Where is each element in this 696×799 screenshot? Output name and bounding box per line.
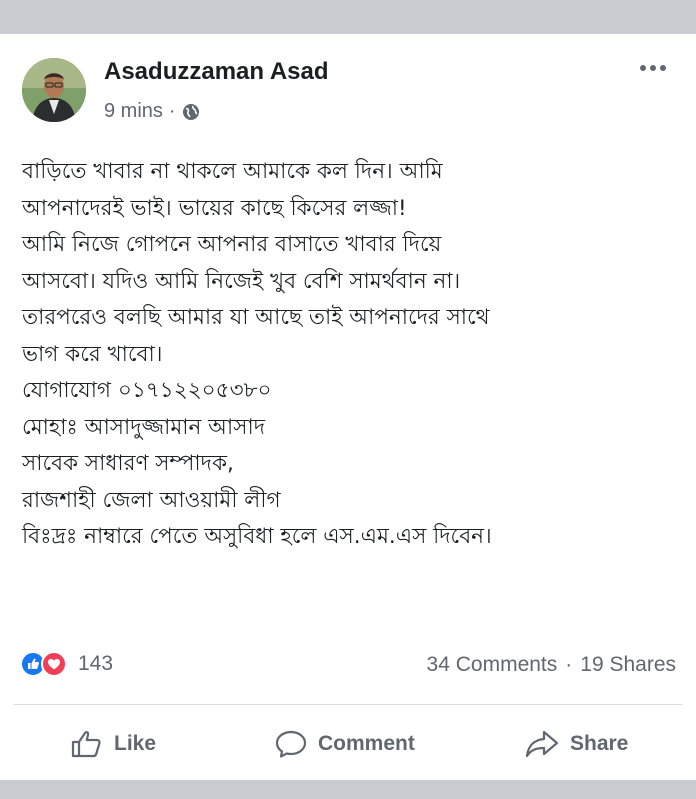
share-arrow-icon bbox=[525, 730, 559, 758]
post-meta: 9 mins · bbox=[104, 100, 200, 123]
post-line: যোগাযোগ ০১৭১২২০৫৩৮০ bbox=[22, 378, 272, 403]
more-dot bbox=[640, 65, 646, 71]
author-name[interactable]: Asaduzzaman Asad bbox=[104, 58, 329, 86]
reaction-icons bbox=[20, 651, 70, 677]
comment-button[interactable]: Comment bbox=[274, 722, 415, 766]
reaction-count: 143 bbox=[78, 652, 114, 675]
post-line: বিঃদ্রঃ নাম্বারে পেতে অসুবিধা হলে এস.এম.… bbox=[22, 524, 492, 549]
comments-count[interactable]: 34 Comments bbox=[427, 653, 558, 677]
comment-icon bbox=[275, 730, 307, 758]
post-line: আমি নিজে গোপনে আপনার বাসাতে খাবার দিয়ে bbox=[22, 232, 442, 257]
post-actions: Like Comment Share bbox=[0, 722, 696, 766]
like-label: Like bbox=[114, 732, 157, 755]
post-line: সাবেক সাধারণ সম্পাদক, bbox=[22, 451, 234, 476]
more-dot bbox=[650, 65, 656, 71]
post-line: আসবো। যদিও আমি নিজেই খুব বেশি সামর্থবান … bbox=[22, 268, 461, 294]
top-frame-band bbox=[0, 0, 696, 34]
globe-icon bbox=[182, 103, 199, 120]
shares-count[interactable]: 19 Shares bbox=[580, 653, 676, 677]
bottom-frame-band bbox=[0, 780, 696, 799]
post-card: Asaduzzaman Asad 9 mins · বাড়িতে খাবার … bbox=[0, 34, 696, 780]
post-line: মোহাঃ আসাদুজ্জামান আসাদ bbox=[22, 414, 265, 440]
post-line: আপনাদেরই ভাই। ভায়ের কাছে কিসের লজ্জা! bbox=[22, 195, 407, 221]
post-line: ভাগ করে খাবো। bbox=[22, 341, 163, 367]
post-time[interactable]: 9 mins bbox=[104, 100, 163, 123]
more-options-icon[interactable] bbox=[636, 56, 670, 80]
share-button[interactable]: Share bbox=[524, 722, 628, 766]
actions-divider bbox=[14, 704, 682, 705]
post-text: বাড়িতে খাবার না থাকলে আমাকে কল দিন। আমি… bbox=[22, 154, 682, 556]
post-line: তারপরেও বলছি আমার যা আছে তাই আপনাদের সাথ… bbox=[22, 305, 490, 330]
love-reaction-icon bbox=[41, 651, 67, 677]
thumbs-up-icon bbox=[71, 731, 101, 758]
stats-separator: · bbox=[565, 653, 573, 676]
engagement-stats: 34 Comments · 19 Shares bbox=[427, 653, 676, 677]
avatar-portrait-icon bbox=[22, 58, 86, 122]
comment-label: Comment bbox=[318, 732, 415, 755]
author-avatar[interactable] bbox=[22, 58, 86, 122]
like-button[interactable]: Like bbox=[70, 722, 156, 766]
more-dot bbox=[660, 65, 666, 71]
reactions-summary[interactable]: 143 bbox=[20, 651, 113, 677]
meta-separator: · bbox=[168, 100, 176, 122]
post-line: বাড়িতে খাবার না থাকলে আমাকে কল দিন। আমি bbox=[22, 159, 443, 184]
share-label: Share bbox=[570, 732, 629, 755]
post-line: রাজশাহী জেলা আওয়ামী লীগ bbox=[22, 487, 281, 513]
